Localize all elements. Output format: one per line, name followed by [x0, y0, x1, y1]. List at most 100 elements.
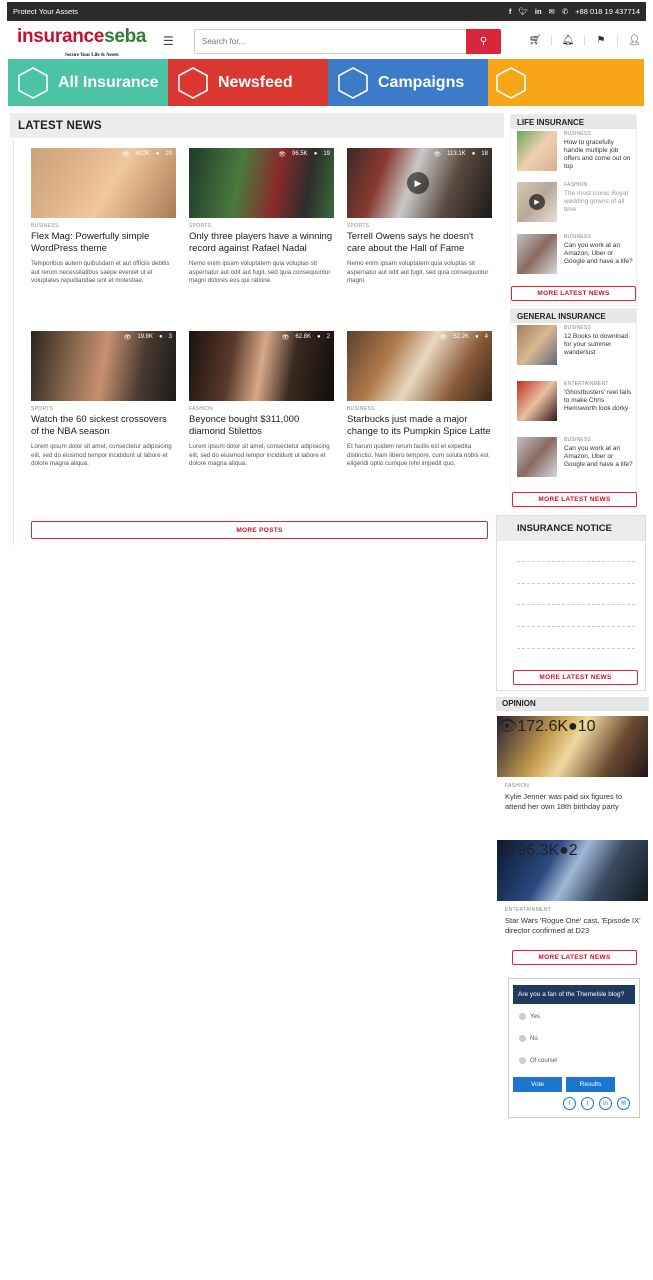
menu-icon[interactable]: ☰ [163, 34, 174, 48]
post-card[interactable]: 👁︎ 96.5K ● 19 SPORTS Only three players hav… [189, 148, 334, 286]
item-title[interactable]: 'Ghostbusters' reel fails to make Chris … [564, 389, 635, 413]
radio-button[interactable] [519, 1013, 526, 1020]
post-category[interactable]: BUSINESS [31, 223, 176, 229]
mail-icon[interactable]: ✉ [549, 7, 555, 16]
post-image[interactable]: 👁︎96.3K●2 [497, 840, 648, 901]
search-input[interactable] [195, 30, 455, 53]
poll-option[interactable]: Of course! [519, 1057, 558, 1064]
results-button[interactable]: Results [566, 1077, 615, 1092]
mail-icon[interactable]: ✉ [617, 1097, 630, 1110]
thumbnail[interactable] [517, 234, 557, 274]
thumbnail[interactable]: ▶ [517, 182, 557, 222]
list-item[interactable]: ▶ FASHION The most iconic Royal wedding g… [517, 182, 635, 222]
twitter-icon[interactable]: t [581, 1097, 594, 1110]
post-stats: 👁︎96.3K●2 [497, 840, 648, 860]
item-category[interactable]: BUSINESS [564, 325, 635, 331]
post-card[interactable]: 👁︎ 52.2K ● 4 BUSINESS Starbucks just made a… [347, 331, 492, 469]
post-image[interactable]: 👁︎ 96.5K ● 19 [189, 148, 334, 218]
more-latest-news-button[interactable]: MORE LATEST NEWS [512, 950, 637, 965]
post-category[interactable]: SPORTS [347, 223, 492, 229]
post-category[interactable]: SPORTS [31, 406, 176, 412]
item-title[interactable]: 12 Books to download for your summer wan… [564, 333, 635, 357]
item-category[interactable]: ENTERTAINMENT [564, 381, 635, 387]
logo[interactable]: insuranceseba Secure Your Life & Assets [17, 26, 146, 58]
post-image[interactable]: 👁︎ 113.1K ● 18 ▶ [347, 148, 492, 218]
list-item[interactable]: BUSINESS 12 Books to download for your su… [517, 325, 635, 365]
opinion-card[interactable]: 👁︎172.6K●10 FASHION Kylie Jenner was pai… [497, 716, 648, 818]
item-title[interactable]: How to gracefully handle multiple job of… [564, 139, 635, 171]
post-excerpt: Nemo enim ipsam voluptatem quia voluptas… [189, 260, 331, 284]
user-icon[interactable]: 👤︎ [618, 35, 651, 46]
post-image[interactable]: 👁︎ 62.8K ● 2 [189, 331, 334, 401]
twitter-icon[interactable]: 🐦︎ [518, 7, 528, 16]
list-item[interactable]: BUSINESS Can you work at an Amazon, Uber … [517, 234, 635, 274]
post-title[interactable]: Beyonce bought $311,000 diamond Stiletto… [189, 414, 334, 438]
nav-more[interactable] [488, 59, 644, 106]
post-title[interactable]: Flex Mag: Powerfully simple WordPress th… [31, 231, 176, 255]
thumbnail[interactable] [517, 131, 557, 171]
post-card[interactable]: 👁︎ 62.8K ● 2 FASHION Beyonce bought $311,00… [189, 331, 334, 469]
post-category[interactable]: FASHION [505, 783, 648, 789]
play-icon[interactable]: ▶ [407, 172, 429, 194]
hexagon-icon [496, 66, 526, 99]
post-card[interactable]: 👁︎ 113.1K ● 18 ▶ SPORTS Terrell Owens says … [347, 148, 492, 286]
post-category[interactable]: FASHION [189, 406, 334, 412]
post-image[interactable]: 👁︎ 19.8K ● 3 [31, 331, 176, 401]
item-title[interactable]: Can you work at an Amazon, Uber or Googl… [564, 445, 635, 469]
item-title[interactable]: The most iconic Royal wedding gowns of a… [564, 190, 635, 214]
thumbnail[interactable] [517, 381, 557, 421]
opinion-card[interactable]: 👁︎96.3K●2 ENTERTAINMENT Star Wars 'Rogue… [497, 840, 648, 940]
post-image[interactable]: 👁︎ 422K ● 20 [31, 148, 176, 218]
widget-heading: LIFE INSURANCE [511, 115, 636, 129]
comment-icon: ● [159, 334, 163, 340]
post-image[interactable]: 👁︎172.6K●10 [497, 716, 648, 777]
post-title[interactable]: Only three players have a winning record… [189, 231, 334, 255]
radio-button[interactable] [519, 1057, 526, 1064]
cart-icon[interactable]: 🛒︎ [519, 35, 552, 46]
post-category[interactable]: BUSINESS [347, 406, 492, 412]
item-category[interactable]: BUSINESS [564, 131, 635, 137]
linkedin-icon[interactable]: in [535, 7, 542, 16]
more-latest-news-button[interactable]: MORE LATEST NEWS [513, 670, 638, 685]
thumbnail[interactable] [517, 325, 557, 365]
post-card[interactable]: 👁︎ 19.8K ● 3 SPORTS Watch the 60 sickest cr… [31, 331, 176, 469]
logo-text-1: insurance [17, 26, 105, 47]
bell-icon[interactable]: 🔔︎ [552, 35, 585, 46]
post-category[interactable]: SPORTS [189, 223, 334, 229]
item-title[interactable]: Can you work at an Amazon, Uber or Googl… [564, 242, 635, 266]
list-item[interactable]: ENTERTAINMENT 'Ghostbusters' reel fails t… [517, 381, 635, 421]
more-latest-news-button[interactable]: MORE LATEST NEWS [512, 492, 637, 507]
list-item[interactable]: BUSINESS How to gracefully handle multipl… [517, 131, 635, 171]
more-latest-news-button[interactable]: MORE LATEST NEWS [511, 286, 636, 301]
post-image[interactable]: 👁︎ 52.2K ● 4 [347, 331, 492, 401]
poll-option[interactable]: No [519, 1035, 538, 1042]
facebook-icon[interactable]: f [563, 1097, 576, 1110]
item-category[interactable]: BUSINESS [564, 234, 635, 240]
search-button[interactable]: ⚲ [466, 29, 501, 54]
phone-number[interactable]: +88 018 19 437714 [575, 7, 640, 16]
item-category[interactable]: FASHION [564, 182, 635, 188]
post-card[interactable]: 👁︎ 422K ● 20 BUSINESS Flex Mag: Powerfully … [31, 148, 176, 286]
flag-icon[interactable]: ⚑ [585, 35, 618, 46]
thumbnail[interactable] [517, 437, 557, 477]
vote-button[interactable]: Vote [513, 1077, 562, 1092]
post-title[interactable]: Terrell Owens says he doesn't care about… [347, 231, 492, 255]
linkedin-icon[interactable]: in [599, 1097, 612, 1110]
play-icon[interactable]: ▶ [529, 194, 545, 210]
post-title[interactable]: Star Wars 'Rogue One' cast, 'Episode IX'… [505, 916, 642, 936]
post-title[interactable]: Kylie Jenner was paid six figures to att… [505, 792, 642, 812]
nav-all-insurance[interactable]: All Insurance [8, 59, 168, 106]
divider [13, 140, 14, 545]
facebook-icon[interactable]: f [509, 7, 512, 16]
item-category[interactable]: BUSINESS [564, 437, 635, 443]
nav-newsfeed[interactable]: Newsfeed [168, 59, 328, 106]
list-item[interactable]: BUSINESS Can you work at an Amazon, Uber … [517, 437, 635, 477]
post-title[interactable]: Watch the 60 sickest crossovers of the N… [31, 414, 176, 438]
more-posts-button[interactable]: MORE POSTS [31, 521, 488, 539]
comment-icon: ● [471, 151, 476, 157]
post-category[interactable]: ENTERTAINMENT [505, 907, 648, 913]
post-title[interactable]: Starbucks just made a major change to it… [347, 414, 492, 438]
radio-button[interactable] [519, 1035, 526, 1042]
poll-option[interactable]: Yes [519, 1013, 540, 1020]
nav-campaigns[interactable]: Campaigns [328, 59, 488, 106]
